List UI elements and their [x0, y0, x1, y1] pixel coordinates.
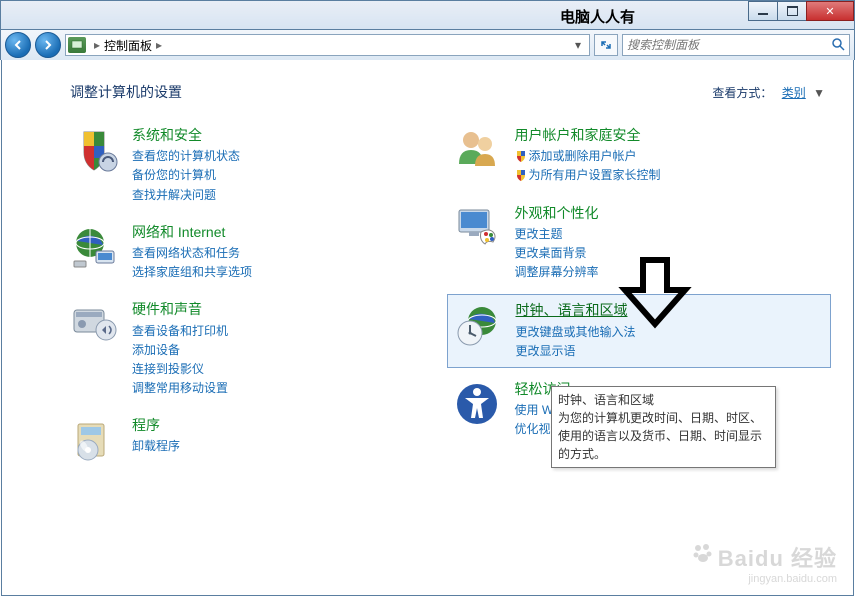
forward-button[interactable]: [35, 32, 61, 58]
category-system-security: 系统和安全 查看您的计算机状态 备份您的计算机 查找并解决问题: [70, 126, 443, 205]
window-control-buttons: [749, 1, 854, 21]
page-header: 调整计算机的设置 查看方式： 类别 ▼: [70, 82, 825, 102]
category-network-internet: 网络和 Internet 查看网络状态和任务 选择家庭组和共享选项: [70, 223, 443, 283]
sub-link[interactable]: 添加或删除用户帐户: [515, 147, 661, 166]
maximize-button[interactable]: [777, 1, 807, 21]
tooltip-body: 为您的计算机更改时间、日期、时区、使用的语言以及货币、日期、时间显示的方式。: [558, 409, 769, 463]
category-title[interactable]: 硬件和声音: [132, 300, 228, 318]
sub-link[interactable]: 查看网络状态和任务: [132, 244, 252, 263]
address-dropdown-icon[interactable]: ▾: [569, 38, 587, 52]
sub-link[interactable]: 备份您的计算机: [132, 166, 240, 185]
system-security-icon: [70, 126, 118, 174]
sub-link[interactable]: 卸载程序: [132, 437, 180, 456]
annotation-arrow-icon: [615, 254, 695, 337]
hardware-sound-icon: [70, 300, 118, 348]
sub-link[interactable]: 选择家庭组和共享选项: [132, 263, 252, 282]
address-toolbar: ▸ 控制面板 ▸ ▾: [0, 30, 855, 60]
sub-link[interactable]: 为所有用户设置家长控制: [515, 166, 661, 185]
watermark: Baidu 经验 jingyan.baidu.com: [692, 541, 837, 585]
category-title[interactable]: 用户帐户和家庭安全: [515, 126, 661, 144]
view-by-value[interactable]: 类别: [782, 86, 806, 100]
view-by-control: 查看方式： 类别 ▼: [712, 84, 825, 101]
search-input[interactable]: [627, 38, 831, 52]
search-icon[interactable]: [831, 37, 845, 54]
sub-link[interactable]: 查看您的计算机状态: [132, 147, 240, 166]
content-area: 调整计算机的设置 查看方式： 类别 ▼: [1, 60, 854, 596]
tooltip-title: 时钟、语言和区域: [558, 391, 769, 409]
sub-link[interactable]: 调整屏幕分辨率: [515, 263, 599, 282]
category-title[interactable]: 网络和 Internet: [132, 223, 252, 241]
category-title[interactable]: 程序: [132, 416, 180, 434]
sub-link[interactable]: 更改桌面背景: [515, 244, 599, 263]
sub-link[interactable]: 更改显示语: [516, 342, 636, 361]
sub-link[interactable]: 查看设备和打印机: [132, 322, 228, 341]
sub-link[interactable]: 添加设备: [132, 341, 228, 360]
watermark-brand: Baidu 经验: [692, 541, 837, 573]
address-bar[interactable]: ▸ 控制面板 ▸ ▾: [65, 34, 590, 56]
category-title[interactable]: 外观和个性化: [515, 204, 599, 222]
window-titlebar: 电脑人人有: [0, 0, 855, 30]
breadcrumb-separator-icon: ▸: [94, 38, 100, 52]
category-hardware-sound: 硬件和声音 查看设备和打印机 添加设备 连接到投影仪 调整常用移动设置: [70, 300, 443, 398]
category-programs: 程序 卸载程序: [70, 416, 443, 464]
breadcrumb-separator-icon: ▸: [156, 38, 162, 52]
tooltip: 时钟、语言和区域 为您的计算机更改时间、日期、时区、使用的语言以及货币、日期、时…: [551, 386, 776, 468]
refresh-button[interactable]: [594, 34, 618, 56]
sub-link[interactable]: 连接到投影仪: [132, 360, 228, 379]
search-box[interactable]: [622, 34, 850, 56]
categories-left-column: 系统和安全 查看您的计算机状态 备份您的计算机 查找并解决问题: [70, 126, 443, 482]
category-title[interactable]: 系统和安全: [132, 126, 240, 144]
paw-icon: [692, 542, 714, 570]
appearance-icon: [453, 204, 501, 252]
uac-shield-icon: [515, 168, 527, 180]
sub-link[interactable]: 调整常用移动设置: [132, 379, 228, 398]
watermark-url: jingyan.baidu.com: [692, 573, 837, 585]
back-button[interactable]: [5, 32, 31, 58]
page-title: 调整计算机的设置: [70, 82, 182, 102]
breadcrumb-item[interactable]: 控制面板: [104, 37, 152, 54]
window-title-text: 电脑人人有: [560, 6, 635, 27]
sub-link[interactable]: 查找并解决问题: [132, 186, 240, 205]
close-button[interactable]: [806, 1, 854, 21]
uac-shield-icon: [515, 149, 527, 161]
control-panel-icon: [68, 37, 86, 53]
view-by-label: 查看方式：: [712, 86, 772, 100]
category-user-accounts: 用户帐户和家庭安全 添加或删除用户帐户 为所有用户设置家长控制: [453, 126, 826, 186]
ease-of-access-icon: [453, 380, 501, 428]
minimize-button[interactable]: [748, 1, 778, 21]
programs-icon: [70, 416, 118, 464]
user-accounts-icon: [453, 126, 501, 174]
chevron-down-icon[interactable]: ▼: [813, 86, 825, 100]
network-internet-icon: [70, 223, 118, 271]
sub-link[interactable]: 更改主题: [515, 225, 599, 244]
clock-language-icon: [454, 301, 502, 349]
